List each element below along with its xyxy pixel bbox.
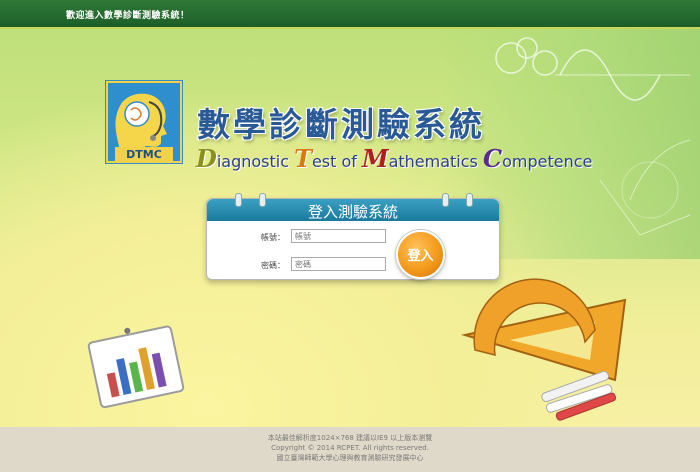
bar-chart-board-illustration <box>87 325 185 409</box>
system-title: 數學診斷測驗系統 <box>197 105 485 144</box>
logo-text: DTMC <box>126 148 162 161</box>
account-input[interactable] <box>291 229 386 243</box>
binder-ring-icon <box>442 193 449 207</box>
subtitle-word: athematics <box>388 152 483 171</box>
subtitle-cap-d: D <box>196 144 217 173</box>
login-button[interactable]: 登入 <box>396 230 445 279</box>
footer-organization: 國立臺灣師範大學心理與教育測驗研究發展中心 <box>276 454 424 462</box>
subtitle-cap-c: C <box>482 144 503 173</box>
binder-ring-icon <box>235 193 242 207</box>
binder-ring-icon <box>466 193 473 207</box>
footer-resolution-note: 本站最佳解析度1024×768 建議以IE9 以上版本瀏覽 <box>267 434 433 442</box>
account-label: 帳號： <box>261 233 285 242</box>
binder-ring-icon <box>259 193 266 207</box>
ruler-and-protractor-illustration <box>461 278 627 421</box>
subtitle-word: iagnostic <box>216 152 295 171</box>
subtitle-cap-m: M <box>362 144 389 173</box>
subtitle-cap-t: T <box>294 144 312 173</box>
login-panel-header: 登入測驗系統 <box>207 199 499 221</box>
footer: 本站最佳解析度1024×768 建議以IE9 以上版本瀏覽 Copyright … <box>0 427 700 472</box>
password-input[interactable] <box>291 257 386 271</box>
system-subtitle: Diagnostic Test of Mathematics Competenc… <box>196 144 592 173</box>
login-panel-title: 登入測驗系統 <box>307 203 398 221</box>
subtitle-word: est of <box>311 152 362 171</box>
footer-copyright: Copyright © 2014 RCPET. All rights reser… <box>271 444 429 452</box>
subtitle-word: ompetence <box>502 152 593 171</box>
password-label: 密碼： <box>261 261 285 270</box>
